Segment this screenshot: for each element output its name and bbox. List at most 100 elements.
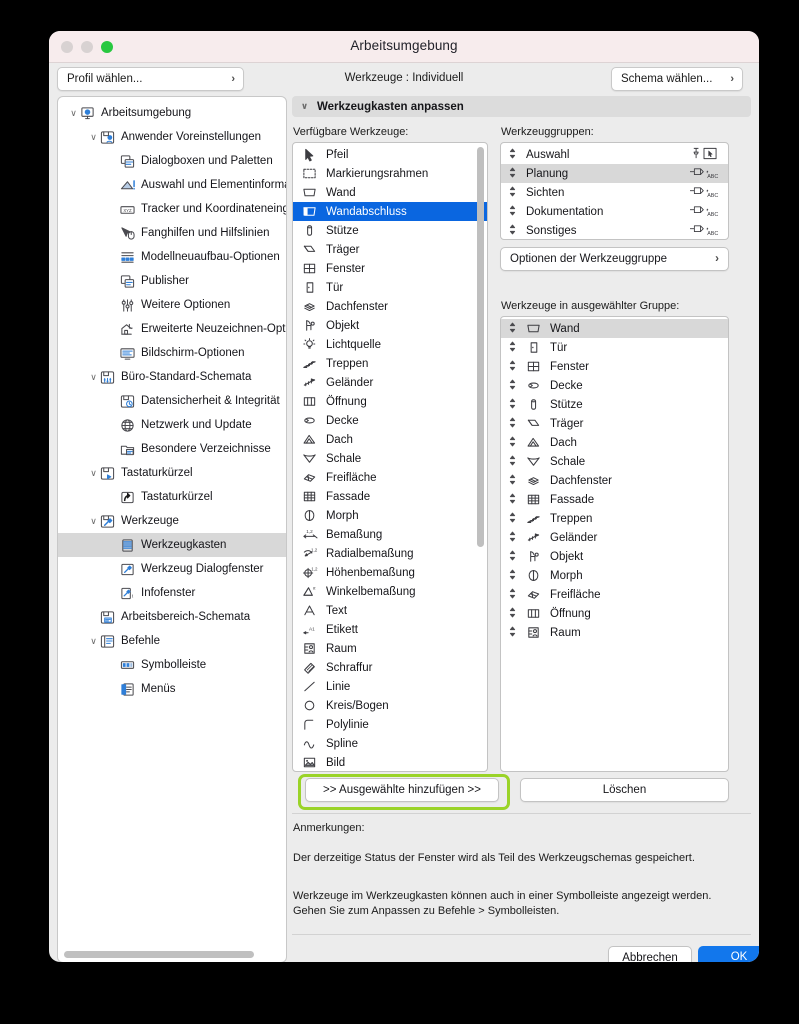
sidebar-item-2[interactable]: Dialogboxen und Paletten [58, 149, 286, 173]
sidebar-item-22[interactable]: ∨ Befehle [58, 629, 286, 653]
available-tool-row-16[interactable]: Schale [293, 449, 487, 468]
group-tool-row-7[interactable]: Schale [501, 452, 728, 471]
available-tool-row-18[interactable]: Fassade [293, 487, 487, 506]
group-tool-row-14[interactable]: Freifläche [501, 585, 728, 604]
sidebar-item-15[interactable]: ∨ Tastaturkürzel [58, 461, 286, 485]
group-tool-row-3[interactable]: Decke [501, 376, 728, 395]
available-tool-row-25[interactable]: A1 Etikett [293, 620, 487, 639]
drag-handle-icon[interactable] [508, 322, 517, 335]
sidebar-item-4[interactable]: XYZ Tracker und Koordinateneingabe [58, 197, 286, 221]
drag-handle-icon[interactable] [508, 167, 517, 180]
drag-handle-icon[interactable] [508, 417, 517, 430]
chevron-down-icon[interactable]: ∨ [88, 516, 99, 526]
chevron-down-icon[interactable]: ∨ [68, 108, 79, 118]
drag-handle-icon[interactable] [508, 205, 517, 218]
available-tool-row-27[interactable]: Schraffur [293, 658, 487, 677]
tool-group-row-2[interactable]: Sichten ABC [501, 183, 728, 202]
available-tool-row-19[interactable]: Morph [293, 506, 487, 525]
sidebar-item-5[interactable]: Fanghilfen und Hilfslinien [58, 221, 286, 245]
tools-in-group-list[interactable]: Wand Tür Fenster Decke Stütze Träger Dach Schal… [500, 316, 729, 772]
group-tool-row-1[interactable]: Tür [501, 338, 728, 357]
available-tool-row-29[interactable]: Kreis/Bogen [293, 696, 487, 715]
sidebar-item-3[interactable]: Auswahl und Elementinformation [58, 173, 286, 197]
available-tool-row-28[interactable]: Linie [293, 677, 487, 696]
sidebar-item-24[interactable]: Menüs [58, 677, 286, 701]
delete-button[interactable]: Löschen [520, 778, 729, 802]
available-tool-row-31[interactable]: Spline [293, 734, 487, 753]
drag-handle-icon[interactable] [508, 436, 517, 449]
drag-handle-icon[interactable] [508, 224, 517, 237]
available-tool-row-26[interactable]: Raum [293, 639, 487, 658]
available-tool-row-3[interactable]: Wandabschluss [293, 202, 487, 221]
drag-handle-icon[interactable] [508, 550, 517, 563]
tool-group-row-4[interactable]: Sonstiges ABC [501, 221, 728, 239]
available-tool-row-8[interactable]: Dachfenster [293, 297, 487, 316]
available-tool-row-2[interactable]: Wand [293, 183, 487, 202]
available-tool-row-20[interactable]: 1,2 Bemaßung [293, 525, 487, 544]
tool-group-row-3[interactable]: Dokumentation ABC [501, 202, 728, 221]
available-tool-row-5[interactable]: Träger [293, 240, 487, 259]
drag-handle-icon[interactable] [508, 626, 517, 639]
sidebar-item-18[interactable]: Werkzeugkasten [58, 533, 286, 557]
available-tool-row-9[interactable]: Objekt [293, 316, 487, 335]
group-tool-row-13[interactable]: Morph [501, 566, 728, 585]
sidebar-item-17[interactable]: ∨ Werkzeuge [58, 509, 286, 533]
drag-handle-icon[interactable] [508, 474, 517, 487]
available-tool-row-17[interactable]: Freifläche [293, 468, 487, 487]
chevron-down-icon[interactable]: ∨ [88, 132, 99, 142]
sidebar-item-9[interactable]: Erweiterte Neuzeichnen-Optione [58, 317, 286, 341]
available-tool-row-24[interactable]: Text [293, 601, 487, 620]
drag-handle-icon[interactable] [508, 493, 517, 506]
group-tool-row-8[interactable]: Dachfenster [501, 471, 728, 490]
group-tool-row-10[interactable]: Treppen [501, 509, 728, 528]
cancel-button[interactable]: Abbrechen [608, 946, 692, 962]
sidebar-item-21[interactable]: Arbeitsbereich-Schemata [58, 605, 286, 629]
group-tool-row-5[interactable]: Träger [501, 414, 728, 433]
available-tool-row-22[interactable]: 1,2 Höhenbemaßung [293, 563, 487, 582]
available-tool-row-4[interactable]: Stütze [293, 221, 487, 240]
drag-handle-icon[interactable] [508, 455, 517, 468]
group-tool-row-4[interactable]: Stütze [501, 395, 728, 414]
drag-handle-icon[interactable] [508, 607, 517, 620]
group-tool-row-9[interactable]: Fassade [501, 490, 728, 509]
sidebar-item-6[interactable]: Modellneuaufbau-Optionen [58, 245, 286, 269]
drag-handle-icon[interactable] [508, 588, 517, 601]
sidebar-item-8[interactable]: Weitere Optionen [58, 293, 286, 317]
sidebar-item-23[interactable]: Symbolleiste [58, 653, 286, 677]
available-tool-row-12[interactable]: Geländer [293, 373, 487, 392]
tool-group-row-0[interactable]: Auswahl [501, 145, 728, 164]
drag-handle-icon[interactable] [508, 379, 517, 392]
group-tool-row-11[interactable]: Geländer [501, 528, 728, 547]
drag-handle-icon[interactable] [508, 569, 517, 582]
sidebar-item-10[interactable]: Bildschirm-Optionen [58, 341, 286, 365]
tool-group-row-1[interactable]: Planung ABC [501, 164, 728, 183]
sidebar-item-20[interactable]: i Infofenster [58, 581, 286, 605]
sidebar-item-19[interactable]: Werkzeug Dialogfenster [58, 557, 286, 581]
available-tool-row-32[interactable]: Bild [293, 753, 487, 771]
drag-handle-icon[interactable] [508, 531, 517, 544]
ok-button[interactable]: OK [698, 946, 759, 962]
available-tool-row-23[interactable]: α Winkelbemaßung [293, 582, 487, 601]
available-tool-row-14[interactable]: Decke [293, 411, 487, 430]
add-selected-button[interactable]: >> Ausgewählte hinzufügen >> [305, 778, 499, 802]
drag-handle-icon[interactable] [508, 341, 517, 354]
available-tool-row-15[interactable]: Dach [293, 430, 487, 449]
available-tool-row-1[interactable]: Markierungsrahmen [293, 164, 487, 183]
sidebar-item-13[interactable]: Netzwerk und Update [58, 413, 286, 437]
drag-handle-icon[interactable] [508, 360, 517, 373]
sidebar-horizontal-scrollbar[interactable] [64, 951, 254, 958]
chevron-down-icon[interactable]: ∨ [88, 372, 99, 382]
drag-handle-icon[interactable] [508, 398, 517, 411]
drag-handle-icon[interactable] [508, 186, 517, 199]
available-tool-row-13[interactable]: Öffnung [293, 392, 487, 411]
drag-handle-icon[interactable] [508, 148, 517, 161]
sidebar-item-7[interactable]: Publisher [58, 269, 286, 293]
sidebar-item-12[interactable]: Datensicherheit & Integrität [58, 389, 286, 413]
group-tool-row-0[interactable]: Wand [501, 319, 728, 338]
sidebar-item-0[interactable]: ∨ Arbeitsumgebung [58, 101, 286, 125]
tool-groups-list[interactable]: Auswahl Planung ABC Sichten ABC Dokumentation… [500, 142, 729, 240]
schema-select[interactable]: Schema wählen... › [611, 67, 743, 91]
group-tool-row-16[interactable]: Raum [501, 623, 728, 642]
section-header-customize-toolbox[interactable]: ∨ Werkzeugkasten anpassen [292, 96, 751, 117]
available-tool-row-10[interactable]: Lichtquelle [293, 335, 487, 354]
